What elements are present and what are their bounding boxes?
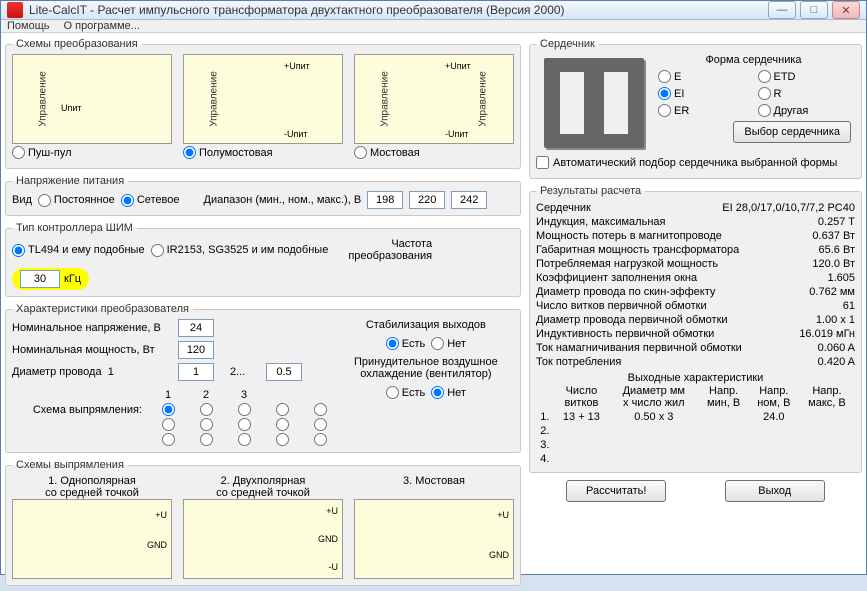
- menu-about[interactable]: О программе...: [64, 20, 140, 32]
- wd2-label: 2...: [230, 366, 260, 378]
- minimize-button[interactable]: —: [768, 1, 796, 19]
- core-etd-radio[interactable]: [758, 70, 771, 83]
- scheme-bridge-radio[interactable]: [354, 146, 367, 159]
- rectschemes-legend: Схемы выпрямления: [12, 459, 128, 471]
- wd2-input[interactable]: [266, 363, 302, 381]
- auto-core-checkbox[interactable]: [536, 156, 549, 169]
- pwm-legend: Тип контроллера ШИМ: [12, 222, 137, 234]
- rect-a2-radio[interactable]: [200, 403, 213, 416]
- nv-input[interactable]: [178, 319, 214, 337]
- scheme-pushpull-label: Пуш-пул: [28, 147, 72, 159]
- freq-highlight: кГц: [12, 268, 89, 290]
- supply-min-input[interactable]: [367, 191, 403, 209]
- output-table: Числовитков Диаметр ммx число жил Напр.м…: [536, 384, 855, 466]
- core-r-radio[interactable]: [758, 87, 771, 100]
- wd1-input[interactable]: [178, 363, 214, 381]
- supply-dc-radio[interactable]: [38, 194, 51, 207]
- cool-no-radio[interactable]: [431, 386, 444, 399]
- rect-a4-radio[interactable]: [276, 403, 289, 416]
- core-shape-label: Форма сердечника: [652, 54, 855, 66]
- freq-unit: кГц: [64, 273, 81, 285]
- calculate-button[interactable]: Рассчитать!: [566, 480, 666, 502]
- freq-input[interactable]: [20, 270, 60, 288]
- supply-legend: Напряжение питания: [12, 175, 128, 187]
- schemes-group: Схемы преобразования Управление Uпит Пуш…: [5, 38, 521, 169]
- freq-label-1: Частота: [348, 238, 432, 250]
- np-label: Номинальная мощность, Вт: [12, 344, 172, 356]
- pwm-ir2153-radio[interactable]: [151, 244, 164, 257]
- rectschemes-group: Схемы выпрямления 1. Однополярнаясо сред…: [5, 459, 521, 586]
- close-button[interactable]: ✕: [832, 1, 860, 19]
- scheme-bridge-label: Мостовая: [370, 147, 420, 159]
- scheme-pushpull-diagram: Управление Uпит: [12, 54, 172, 144]
- supply-group: Напряжение питания Вид Постоянное Сетево…: [5, 175, 521, 216]
- rect-c3-radio[interactable]: [238, 433, 251, 446]
- scheme-halfbridge-label: Полумостовая: [199, 147, 273, 159]
- scheme-halfbridge-diagram: Управление +Uпит -Uпит: [183, 54, 343, 144]
- scheme-pushpull-radio[interactable]: [12, 146, 25, 159]
- exit-button[interactable]: Выход: [725, 480, 825, 502]
- cool-yes-radio[interactable]: [386, 386, 399, 399]
- rect-b5-radio[interactable]: [314, 418, 327, 431]
- supply-ac-radio[interactable]: [121, 194, 134, 207]
- menubar: Помощь О программе...: [1, 20, 866, 33]
- pwm-tl494-radio[interactable]: [12, 244, 25, 257]
- nv-label: Номинальное напряжение, В: [12, 322, 172, 334]
- supply-max-input[interactable]: [451, 191, 487, 209]
- supply-nom-input[interactable]: [409, 191, 445, 209]
- core-er-radio[interactable]: [658, 104, 671, 117]
- rect-b4-radio[interactable]: [276, 418, 289, 431]
- core-ei-radio[interactable]: [658, 87, 671, 100]
- core-other-radio[interactable]: [758, 104, 771, 117]
- window-title: Lite-CalcIT - Расчет импульсного трансфо…: [29, 3, 768, 17]
- scheme-bridge-diagram: Управление +Uпит -Uпит Управление: [354, 54, 514, 144]
- maximize-button[interactable]: □: [800, 1, 828, 19]
- rect-b3-radio[interactable]: [238, 418, 251, 431]
- schemes-legend: Схемы преобразования: [12, 38, 142, 50]
- rect-b1-radio[interactable]: [162, 418, 175, 431]
- rect-label: Схема выпрямления:: [33, 404, 142, 416]
- rect-scheme-3-diagram: +U GND: [354, 499, 514, 579]
- wd-label: Диаметр провода: [12, 366, 102, 378]
- rect-c2-radio[interactable]: [200, 433, 213, 446]
- supply-kind-label: Вид: [12, 194, 32, 206]
- stab-no-radio[interactable]: [431, 337, 444, 350]
- core-image: [544, 58, 644, 148]
- chars-group: Характеристики преобразователя Номинальн…: [5, 303, 521, 453]
- rect-a1-radio[interactable]: [162, 403, 175, 416]
- scheme-halfbridge-radio[interactable]: [183, 146, 196, 159]
- results-legend: Результаты расчета: [536, 185, 645, 197]
- stab-label: Стабилизация выходов: [366, 319, 486, 331]
- chars-legend: Характеристики преобразователя: [12, 303, 193, 315]
- auto-core-label: Автоматический подбор сердечника выбранн…: [553, 157, 837, 169]
- cool-label-2: охлаждение (вентилятор): [354, 368, 498, 380]
- rect-a3-radio[interactable]: [238, 403, 251, 416]
- rect-b2-radio[interactable]: [200, 418, 213, 431]
- rect-a5-radio[interactable]: [314, 403, 327, 416]
- rect-scheme-1-diagram: +U GND: [12, 499, 172, 579]
- core-group: Сердечник Форма сердечника E ETD EI R ER…: [529, 38, 862, 179]
- core-e-radio[interactable]: [658, 70, 671, 83]
- menu-help[interactable]: Помощь: [7, 20, 50, 32]
- cool-label-1: Принудительное воздушное: [354, 356, 498, 368]
- rect-c5-radio[interactable]: [314, 433, 327, 446]
- rect-c1-radio[interactable]: [162, 433, 175, 446]
- app-icon: [7, 2, 23, 18]
- stab-yes-radio[interactable]: [386, 337, 399, 350]
- freq-label-2: преобразования: [348, 250, 432, 262]
- titlebar: Lite-CalcIT - Расчет импульсного трансфо…: [1, 1, 866, 20]
- results-group: Результаты расчета СердечникEI 28,0/17,0…: [529, 185, 862, 473]
- pick-core-button[interactable]: Выбор сердечника: [733, 121, 851, 143]
- core-legend: Сердечник: [536, 38, 599, 50]
- supply-range-label: Диапазон (мин., ном., макс.), В: [204, 194, 362, 206]
- rect-c4-radio[interactable]: [276, 433, 289, 446]
- pwm-group: Тип контроллера ШИМ TL494 и ему подобные…: [5, 222, 521, 297]
- np-input[interactable]: [178, 341, 214, 359]
- rect-scheme-2-diagram: +U GND -U: [183, 499, 343, 579]
- out-header: Выходные характеристики: [536, 372, 855, 384]
